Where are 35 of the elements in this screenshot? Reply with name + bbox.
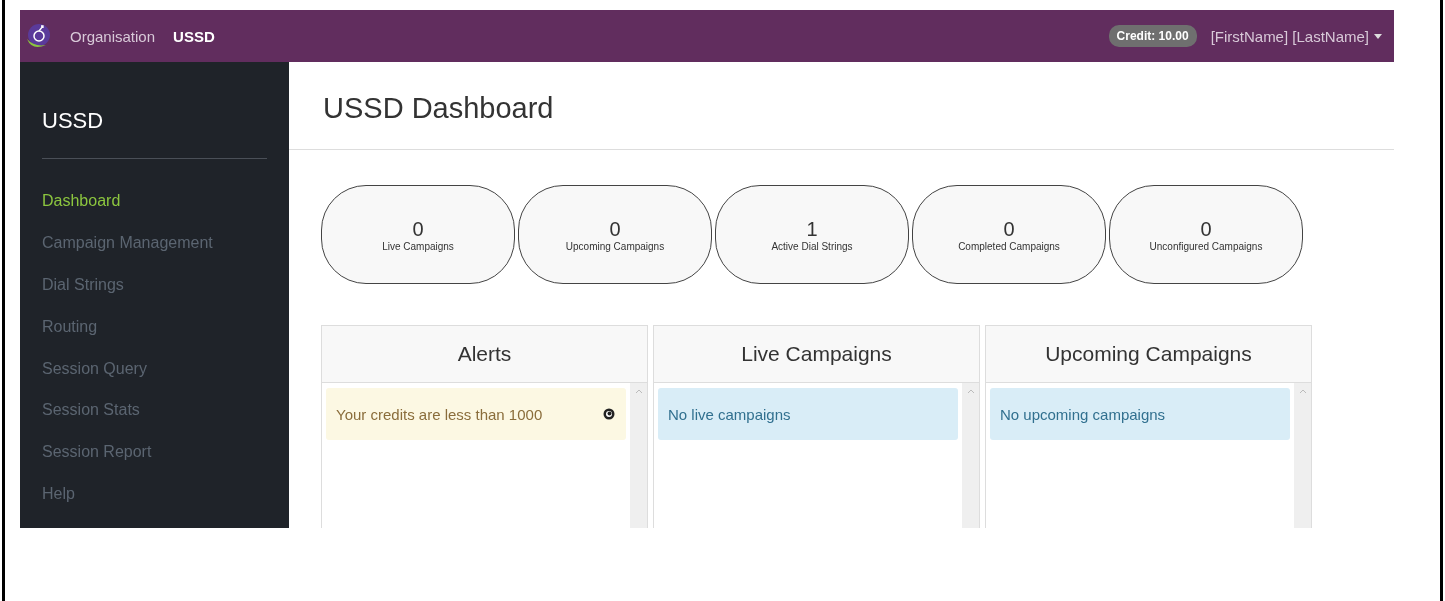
stat-label: Active Dial Strings bbox=[771, 240, 853, 252]
sidebar-item[interactable]: Session Report bbox=[42, 444, 267, 487]
sidebar-item[interactable]: Campaign Management bbox=[42, 234, 267, 277]
stat-label: Live Campaigns bbox=[382, 240, 454, 252]
panel-title: Upcoming Campaigns bbox=[986, 326, 1311, 383]
scrollbar[interactable] bbox=[630, 383, 647, 528]
stat-label: Unconfigured Campaigns bbox=[1149, 240, 1263, 252]
message-text: No upcoming campaigns bbox=[1000, 405, 1166, 423]
credit-badge: Credit: 10.00 bbox=[1108, 25, 1197, 47]
nav-link[interactable]: USSD bbox=[173, 27, 215, 45]
stat-label: Upcoming Campaigns bbox=[565, 240, 665, 252]
sidebar-title: USSD bbox=[42, 108, 105, 134]
sidebar-item[interactable]: Session Stats bbox=[42, 402, 267, 445]
nav-link[interactable]: Organisation bbox=[70, 27, 156, 45]
caret-icon bbox=[1374, 33, 1382, 39]
eye-icon[interactable] bbox=[602, 408, 616, 420]
sidebar-item[interactable]: Routing bbox=[42, 318, 267, 361]
sidebar-item[interactable]: Dashboard bbox=[42, 193, 267, 235]
stat-value: 0 bbox=[1200, 217, 1212, 241]
stat-label: Completed Campaigns bbox=[958, 240, 1060, 252]
stat-value: 0 bbox=[609, 217, 621, 241]
sidebar-item[interactable]: Session Query bbox=[42, 360, 267, 403]
user-menu[interactable]: [FirstName] [LastName] bbox=[1210, 27, 1382, 45]
message-text: Your credits are less than 1000 bbox=[336, 405, 543, 423]
panel-title: Live Campaigns bbox=[654, 326, 979, 383]
panel-title: Alerts bbox=[322, 326, 647, 383]
stat-value: 0 bbox=[412, 217, 424, 241]
scrollbar[interactable] bbox=[1294, 383, 1311, 528]
sidebar-item[interactable]: Dial Strings bbox=[42, 276, 267, 319]
sidebar-item[interactable]: Help bbox=[42, 486, 267, 528]
stat-value: 0 bbox=[1003, 217, 1015, 241]
scrollbar[interactable] bbox=[962, 383, 979, 528]
page-title: USSD Dashboard bbox=[289, 62, 1394, 150]
stat-value: 1 bbox=[806, 217, 818, 241]
message-text: No live campaigns bbox=[668, 405, 791, 423]
